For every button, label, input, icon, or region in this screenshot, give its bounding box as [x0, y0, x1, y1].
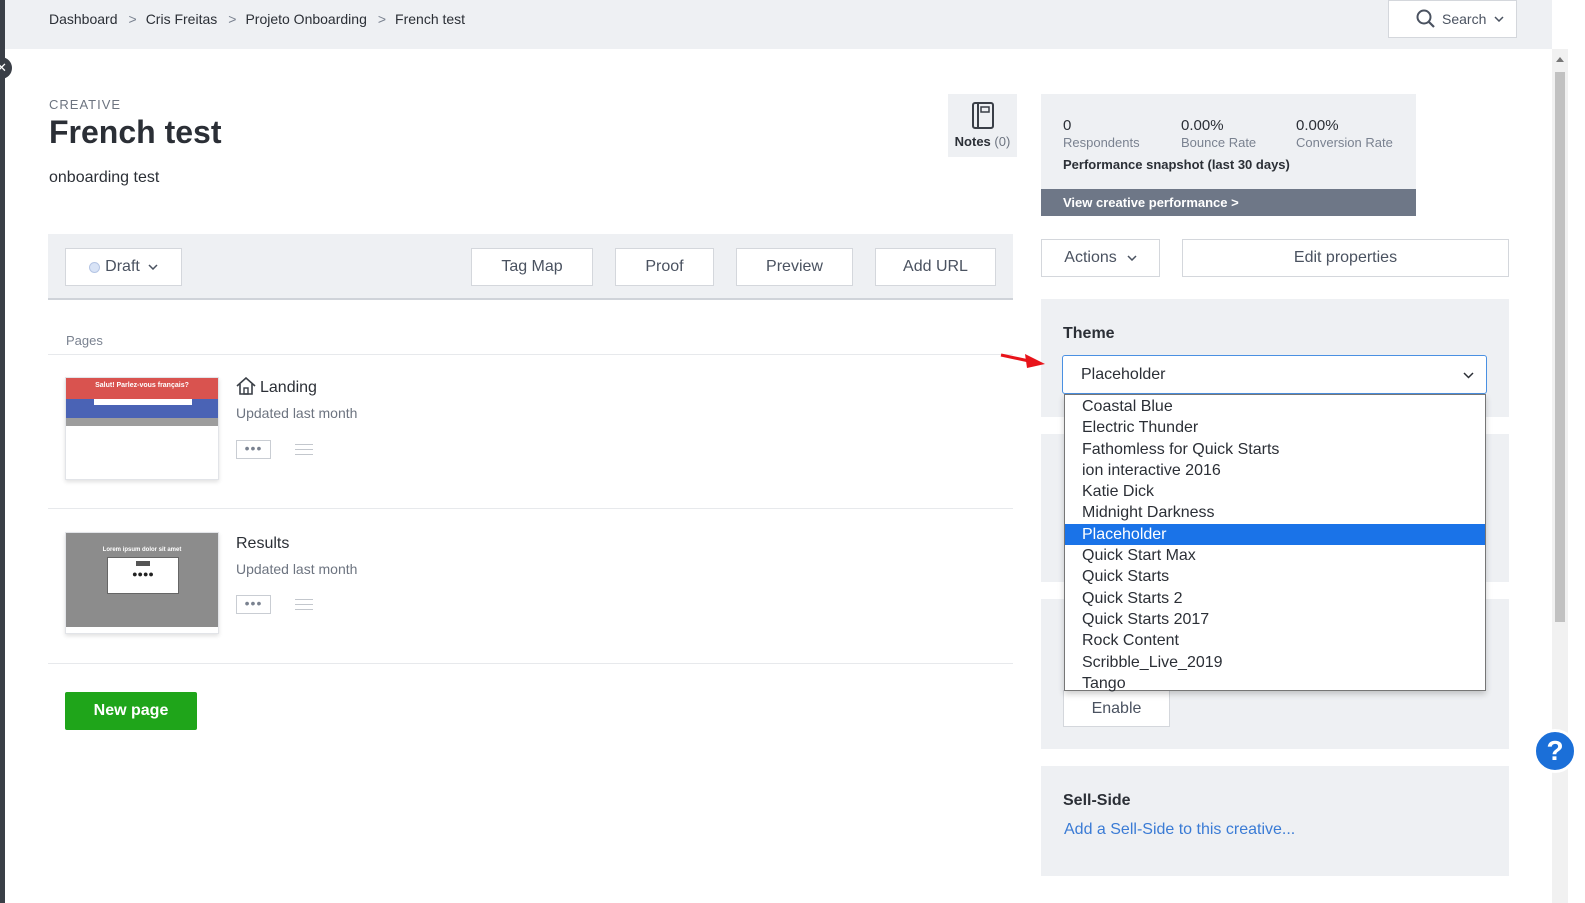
red-annotation-arrow-icon	[1000, 353, 1045, 368]
edit-properties-button[interactable]: Edit properties	[1182, 239, 1509, 277]
divider	[48, 508, 1013, 509]
theme-option[interactable]: Katie Dick	[1065, 481, 1485, 502]
metric-value: 0.00%	[1181, 117, 1224, 134]
metric-label: Conversion Rate	[1296, 135, 1393, 150]
divider	[48, 663, 1013, 664]
page-more-button[interactable]: •••	[236, 595, 271, 614]
notes-count: (0)	[994, 134, 1011, 149]
enable-button[interactable]: Enable	[1063, 690, 1170, 727]
breadcrumb-separator: >	[228, 11, 237, 27]
status-dot-icon	[89, 261, 101, 273]
notes-button[interactable]: Notes (0)	[948, 94, 1017, 157]
theme-option[interactable]: Scribble_Live_2019	[1065, 652, 1485, 673]
search-button[interactable]: Search	[1388, 0, 1517, 38]
chevron-down-icon	[1494, 16, 1504, 22]
metric-value: 0.00%	[1296, 117, 1339, 134]
tag-map-button[interactable]: Tag Map	[471, 248, 593, 286]
page-subtitle: onboarding test	[49, 169, 160, 186]
divider	[48, 354, 1013, 355]
breadcrumb-separator: >	[128, 11, 137, 27]
theme-selected-value: Placeholder	[1081, 366, 1166, 383]
pages-section-label: Pages	[66, 333, 103, 348]
page-updated-landing: Updated last month	[236, 405, 358, 421]
actions-label: Actions	[1064, 249, 1117, 266]
scrollbar-thumb[interactable]	[1555, 72, 1565, 622]
metric-bounce-rate: 0.00% Bounce Rate	[1181, 117, 1256, 150]
chevron-down-icon	[1463, 372, 1474, 379]
metric-respondents: 0 Respondents	[1063, 117, 1140, 150]
theme-option[interactable]: Rock Content	[1065, 630, 1485, 651]
actions-dropdown[interactable]: Actions	[1041, 239, 1160, 277]
page-thumbnail-landing[interactable]: Salut! Parlez-vous français?	[65, 377, 219, 480]
theme-option[interactable]: Quick Starts 2017	[1065, 609, 1485, 630]
breadcrumb-separator: >	[377, 11, 387, 27]
theme-option[interactable]: Electric Thunder	[1065, 417, 1485, 438]
status-label: Draft	[105, 258, 140, 275]
theme-title: Theme	[1063, 325, 1115, 342]
theme-option[interactable]: Quick Start Max	[1065, 545, 1485, 566]
metric-conversion-rate: 0.00% Conversion Rate	[1296, 117, 1393, 150]
page-type-label: CREATIVE	[49, 97, 122, 112]
left-edge-bar	[0, 0, 5, 903]
add-url-button[interactable]: Add URL	[875, 248, 996, 286]
theme-option-highlighted[interactable]: Placeholder	[1065, 523, 1485, 546]
page-updated-results: Updated last month	[236, 561, 358, 577]
metric-label: Bounce Rate	[1181, 135, 1257, 150]
performance-title: Performance snapshot (last 30 days)	[1063, 157, 1290, 172]
view-performance-link[interactable]: View creative performance >	[1041, 189, 1416, 216]
chevron-down-icon	[1127, 255, 1137, 261]
home-icon	[236, 377, 256, 395]
theme-option[interactable]: Quick Starts 2	[1065, 588, 1485, 609]
performance-card: 0 Respondents 0.00% Bounce Rate 0.00% Co…	[1041, 94, 1416, 216]
theme-option[interactable]: ion interactive 2016	[1065, 460, 1485, 481]
theme-option[interactable]: Coastal Blue	[1065, 396, 1485, 417]
sell-side-title: Sell-Side	[1063, 792, 1131, 809]
theme-options-list[interactable]: Coastal Blue Electric Thunder Fathomless…	[1064, 394, 1486, 694]
top-bar: Dashboard > Cris Freitas > Projeto Onboa…	[5, 0, 1552, 49]
new-page-button[interactable]: New page	[65, 692, 197, 730]
thumb-band	[66, 399, 218, 418]
drag-handle-icon[interactable]	[295, 599, 313, 611]
notes-label: Notes	[954, 134, 991, 149]
theme-option[interactable]: Tango	[1065, 673, 1485, 694]
thumb-card: ●●●●	[107, 557, 179, 594]
theme-option[interactable]: Quick Starts	[1065, 566, 1485, 587]
breadcrumb-current: French test	[395, 11, 466, 27]
breadcrumb-user[interactable]: Cris Freitas	[146, 11, 218, 27]
preview-button[interactable]: Preview	[736, 248, 853, 286]
help-button[interactable]: ?	[1533, 729, 1577, 773]
theme-option[interactable]: Midnight Darkness	[1065, 502, 1485, 523]
metric-value: 0	[1063, 117, 1072, 134]
scroll-up-arrow-icon[interactable]	[1556, 57, 1564, 62]
status-dropdown[interactable]: Draft	[65, 248, 182, 286]
theme-option[interactable]: Fathomless for Quick Starts	[1065, 439, 1485, 460]
thumb-header: Salut! Parlez-vous français?	[66, 378, 218, 399]
thumb-header: Lorem ipsum dolor sit amet	[102, 547, 182, 553]
notebook-icon	[971, 102, 994, 129]
proof-button[interactable]: Proof	[615, 248, 714, 286]
theme-select[interactable]: Placeholder	[1062, 355, 1487, 394]
page-thumbnail-results[interactable]: Lorem ipsum dolor sit amet ●●●●	[65, 532, 219, 634]
creative-toolbar: Draft Tag Map Proof Preview Add URL	[48, 234, 1013, 300]
add-sell-side-link[interactable]: Add a Sell-Side to this creative...	[1064, 821, 1295, 839]
breadcrumb: Dashboard > Cris Freitas > Projeto Onboa…	[49, 11, 465, 27]
page-name-landing[interactable]: Landing	[260, 379, 317, 397]
breadcrumb-dashboard[interactable]: Dashboard	[49, 11, 118, 27]
search-icon	[1416, 9, 1435, 28]
page-title: French test	[49, 114, 222, 150]
thumb-band-grey	[66, 418, 218, 426]
drag-handle-icon[interactable]	[295, 444, 313, 456]
metric-label: Respondents	[1063, 135, 1140, 150]
search-label: Search	[1442, 11, 1487, 27]
chevron-down-icon	[148, 264, 158, 270]
collapse-sidebar-icon[interactable]: ✕	[0, 57, 12, 79]
page-name-results[interactable]: Results	[236, 535, 289, 553]
breadcrumb-project[interactable]: Projeto Onboarding	[245, 11, 366, 27]
page-more-button[interactable]: •••	[236, 440, 271, 459]
